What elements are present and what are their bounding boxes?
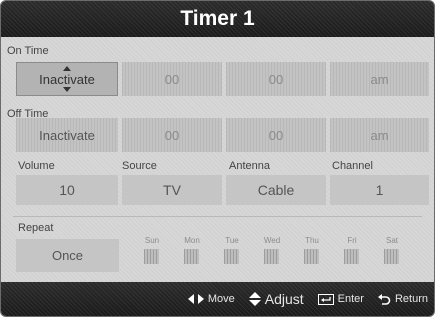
adjust-hint: Adjust	[248, 291, 304, 307]
source-value: TV	[163, 182, 181, 198]
off-time-minute-value: 00	[268, 127, 284, 143]
off-time-activation-select[interactable]: Inactivate	[16, 118, 118, 152]
hint-bar: Move Adjust Enter Return	[1, 282, 434, 316]
left-right-arrows-icon	[187, 294, 204, 304]
return-hint-label: Return	[394, 293, 428, 305]
channel-label: Channel	[332, 160, 373, 172]
day-label-sun: Sun	[144, 236, 160, 245]
move-hint-label: Move	[207, 293, 235, 305]
source-label: Source	[122, 160, 157, 172]
move-hint: Move	[187, 293, 235, 305]
off-time-minute-field[interactable]: 00	[226, 118, 326, 152]
on-time-hour-value: 00	[164, 71, 180, 87]
day-checkbox-sun[interactable]	[144, 249, 159, 264]
antenna-value: Cable	[257, 182, 295, 198]
enter-hint: Enter	[317, 293, 364, 305]
off-time-activation-value: Inactivate	[39, 127, 95, 143]
day-label-mon: Mon	[184, 236, 200, 245]
channel-value: 1	[375, 182, 384, 198]
on-time-minute-value: 00	[268, 71, 284, 87]
enter-icon	[317, 293, 334, 305]
on-time-ampm-field[interactable]: am	[330, 62, 429, 96]
timer-dialog: Timer 1 On Time Inactivate 00 00 am Off …	[0, 0, 435, 317]
return-icon	[377, 294, 391, 305]
on-time-minute-field[interactable]: 00	[226, 62, 326, 96]
antenna-field[interactable]: Cable	[226, 175, 326, 205]
on-time-activation-value: Inactivate	[39, 71, 95, 87]
off-time-ampm-field[interactable]: am	[330, 118, 429, 152]
day-checkbox-mon[interactable]	[184, 249, 199, 264]
section-divider	[13, 216, 422, 217]
day-checkbox-thu[interactable]	[304, 249, 319, 264]
title-bar: Timer 1	[1, 1, 434, 37]
antenna-label: Antenna	[229, 160, 270, 172]
dialog-title: Timer 1	[180, 7, 255, 30]
day-label-sat: Sat	[385, 236, 398, 245]
off-time-ampm-value: am	[370, 127, 389, 143]
volume-field[interactable]: 10	[16, 175, 118, 205]
repeat-field[interactable]: Once	[16, 239, 119, 272]
repeat-value: Once	[51, 248, 84, 263]
day-checkbox-fri[interactable]	[344, 249, 359, 264]
on-time-ampm-value: am	[370, 71, 389, 87]
on-time-label: On Time	[7, 45, 49, 57]
return-hint: Return	[377, 293, 428, 305]
off-time-hour-value: 00	[164, 127, 180, 143]
adjust-hint-label: Adjust	[264, 291, 304, 307]
volume-label: Volume	[18, 160, 55, 172]
down-arrow-icon	[63, 87, 71, 92]
on-time-activation-select[interactable]: Inactivate	[16, 62, 118, 96]
on-time-hour-field[interactable]: 00	[122, 62, 222, 96]
repeat-label: Repeat	[18, 222, 54, 234]
up-arrow-icon	[63, 66, 71, 71]
day-checkbox-sat[interactable]	[384, 249, 399, 264]
day-label-fri: Fri	[347, 236, 357, 245]
source-field[interactable]: TV	[122, 175, 222, 205]
day-label-thu: Thu	[305, 236, 319, 245]
channel-field[interactable]: 1	[330, 175, 429, 205]
off-time-hour-field[interactable]: 00	[122, 118, 222, 152]
day-checkbox-tue[interactable]	[224, 249, 239, 264]
volume-value: 10	[59, 182, 75, 198]
day-checkbox-wed[interactable]	[264, 249, 279, 264]
day-label-tue: Tue	[225, 236, 239, 245]
day-label-wed: Wed	[263, 236, 281, 245]
enter-hint-label: Enter	[337, 293, 364, 305]
up-down-arrows-icon	[248, 292, 261, 306]
